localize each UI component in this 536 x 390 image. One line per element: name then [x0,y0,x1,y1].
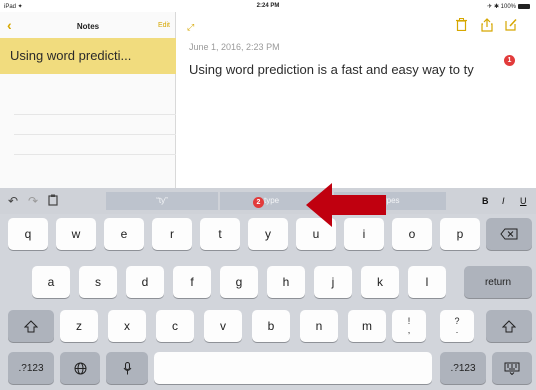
list-item-selected[interactable]: Using word predicti... [0,38,176,74]
key-k[interactable]: k [361,266,399,298]
shift-key-left[interactable] [8,310,54,342]
microphone-icon[interactable] [106,352,148,384]
key-l[interactable]: l [408,266,446,298]
trash-icon[interactable] [456,18,468,32]
space-bar[interactable] [154,352,432,384]
return-key[interactable]: return [464,266,532,298]
edit-button[interactable]: Edit [158,22,170,29]
notes-title: Notes [76,22,100,31]
key-g[interactable]: g [220,266,258,298]
notes-list-pane: ‹ Notes Edit Using word predicti... [0,12,176,188]
key-o[interactable]: o [392,218,432,250]
key-bottom-glyph: , [407,325,411,335]
battery-icon [518,4,530,9]
key-m[interactable]: m [348,310,386,342]
expand-icon[interactable]: ⤢ [187,22,194,33]
key-v[interactable]: v [204,310,242,342]
note-date: June 1, 2016, 2:23 PM [189,42,280,52]
key-c[interactable]: c [156,310,194,342]
key-s[interactable]: s [79,266,117,298]
step-badge: 2 [253,197,264,208]
italic-button[interactable]: I [502,196,505,206]
note-editor[interactable]: ⤢ June 1, 2016, 2:23 PM Using word predi… [177,12,536,188]
key-j[interactable]: j [314,266,352,298]
key-r[interactable]: r [152,218,192,250]
key-d[interactable]: d [126,266,164,298]
numbers-key-right[interactable]: .?123 [440,352,486,384]
key-x[interactable]: x [108,310,146,342]
key-bottom-glyph: . [455,325,459,335]
key-t[interactable]: t [200,218,240,250]
undo-icon[interactable]: ↶ [8,194,18,208]
key-f[interactable]: f [173,266,211,298]
share-icon[interactable] [481,18,493,32]
key-q[interactable]: q [8,218,48,250]
note-title: Using word predicti... [10,48,132,63]
key-exclaim-comma[interactable]: !, [392,310,426,342]
divider [14,134,176,135]
divider [14,114,176,115]
divider [14,154,176,155]
key-h[interactable]: h [267,266,305,298]
keyboard-dismiss-icon[interactable] [492,352,532,384]
key-question-period[interactable]: ?. [440,310,474,342]
key-n[interactable]: n [300,310,338,342]
notes-header: ‹ Notes Edit [0,12,176,38]
clock: 2:24 PM [256,3,280,9]
key-b[interactable]: b [252,310,290,342]
status-right: ✈ ✱ 100% [487,3,530,10]
key-y[interactable]: y [248,218,288,250]
shift-key-right[interactable] [486,310,532,342]
arrow-callout-icon [306,183,386,227]
quicktype-bar: ↶ ↷ “ty” type types 2 B I U [0,188,536,214]
underline-button[interactable]: U [520,196,527,206]
prediction-1[interactable]: “ty” [106,192,218,210]
battery-text: ✈ ✱ 100% [487,4,516,10]
key-z[interactable]: z [60,310,98,342]
keyboard: ↶ ↷ “ty” type types 2 B I U qwertyuiop a… [0,188,536,390]
key-p[interactable]: p [440,218,480,250]
numbers-key-left[interactable]: .?123 [8,352,54,384]
key-a[interactable]: a [32,266,70,298]
delete-key[interactable] [486,218,532,250]
step-badge: 1 [504,55,515,66]
note-body-text[interactable]: Using word prediction is a fast and easy… [189,62,474,77]
compose-icon[interactable] [505,18,517,32]
status-bar: iPad ✦ 2:24 PM ✈ ✱ 100% [0,0,536,12]
redo-icon[interactable]: ↷ [28,194,38,208]
key-w[interactable]: w [56,218,96,250]
globe-icon[interactable] [60,352,100,384]
key-e[interactable]: e [104,218,144,250]
bold-button[interactable]: B [482,196,489,206]
paste-icon[interactable] [48,194,58,209]
